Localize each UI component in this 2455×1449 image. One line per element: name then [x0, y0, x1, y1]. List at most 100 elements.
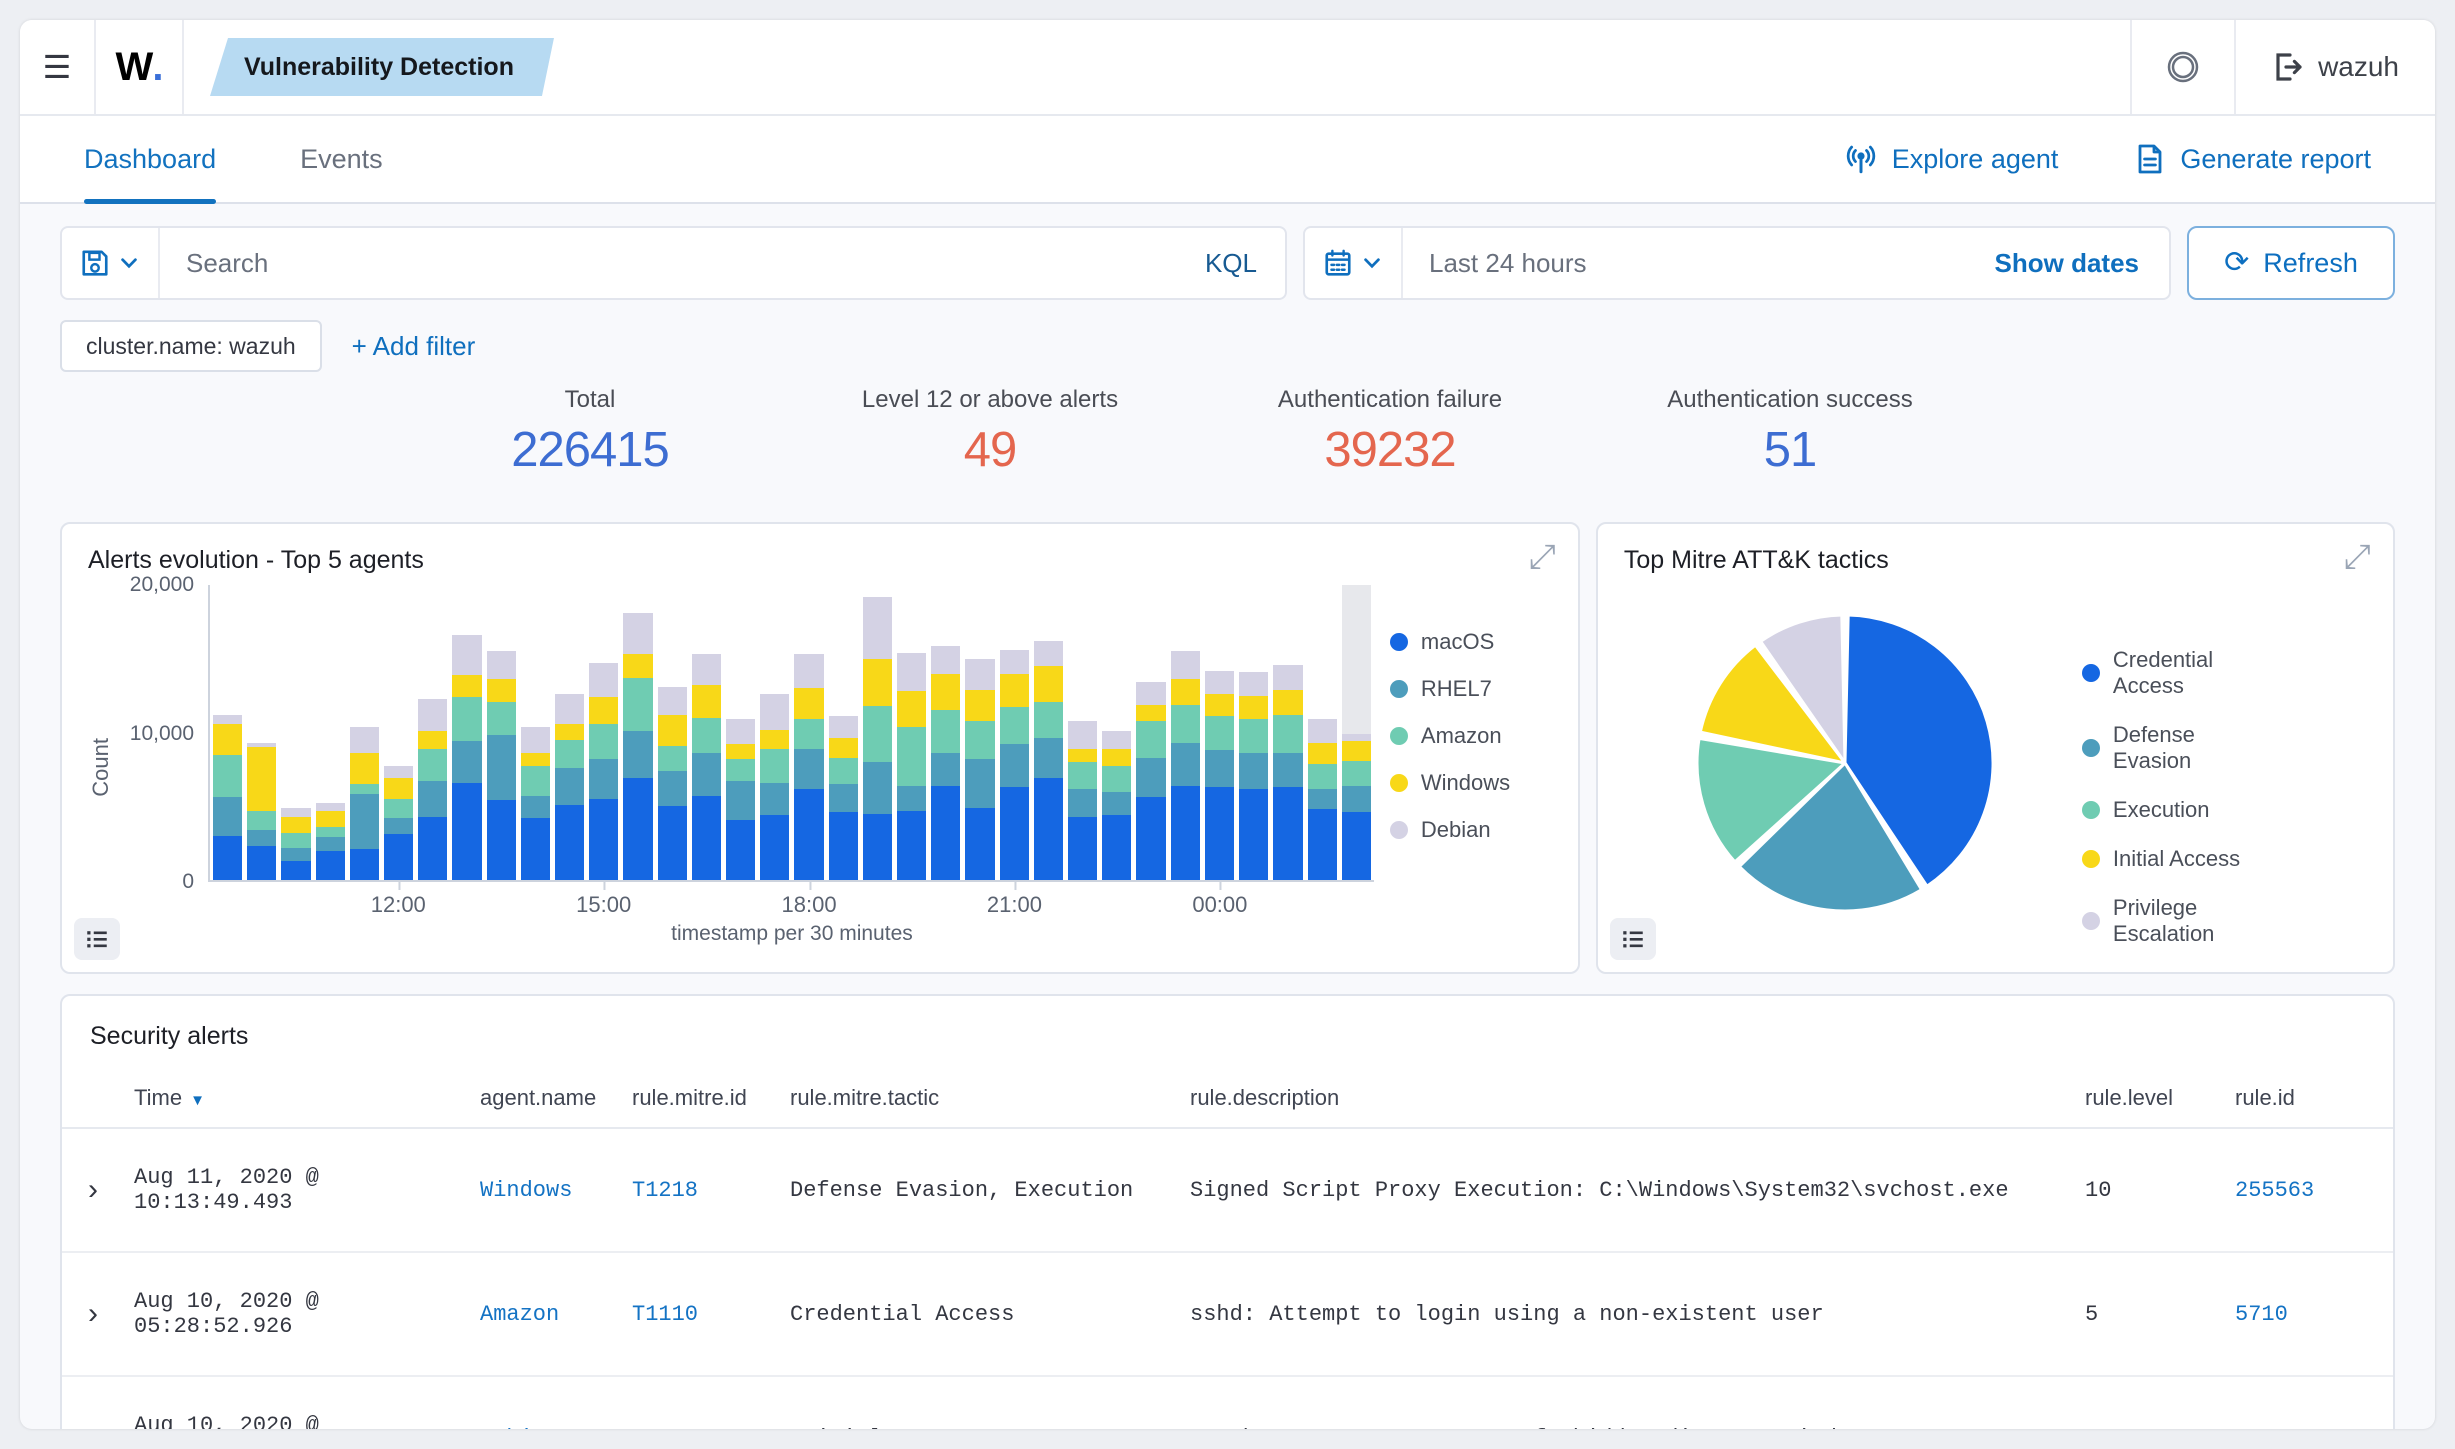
bar-00:30[interactable] — [1239, 585, 1269, 880]
bar-16:00[interactable] — [657, 585, 687, 880]
bar-21:00[interactable] — [999, 585, 1029, 880]
legend-item-windows[interactable]: Windows — [1389, 770, 1552, 796]
legend-item-initial-access[interactable]: Initial Access — [2081, 846, 2244, 872]
explore-agent-button[interactable]: Explore agent — [1844, 142, 2058, 176]
bar-10:30[interactable] — [281, 585, 311, 880]
filter-chip[interactable]: cluster.name: wazuh — [60, 320, 322, 372]
bar-10:00[interactable] — [247, 585, 277, 880]
row-expand-button[interactable]: › — [62, 1252, 122, 1377]
row-expand-button[interactable]: › — [62, 1128, 122, 1253]
bar-segment-windows — [1204, 694, 1235, 717]
bar-segment-debian — [760, 694, 790, 730]
add-filter-button[interactable]: + Add filter — [352, 331, 476, 362]
column-header-time[interactable]: Time ▼ — [122, 1073, 468, 1129]
tab-events[interactable]: Events — [300, 116, 383, 202]
bar-segment-amazon — [452, 697, 482, 742]
cell-rule-id-link[interactable]: 5710 — [2235, 1302, 2288, 1327]
expand-icon[interactable]: ⤢ — [2344, 540, 2371, 574]
cell-rule-mitre-id-link[interactable]: T1218 — [632, 1178, 698, 1203]
bar-18:30[interactable] — [828, 585, 858, 880]
stat-value[interactable]: 226415 — [390, 422, 790, 478]
bar-16:30[interactable] — [691, 585, 722, 880]
tab-dashboard[interactable]: Dashboard — [84, 116, 217, 204]
bar-02:00[interactable] — [1341, 585, 1371, 880]
module-tab[interactable]: Vulnerability Detection — [210, 38, 554, 96]
legend-item-rhel7[interactable]: RHEL7 — [1389, 676, 1552, 702]
legend-item-credential-access[interactable]: Credential Access — [2081, 647, 2244, 699]
bar-23:30[interactable] — [1170, 585, 1200, 880]
bar-13:00[interactable] — [452, 585, 482, 880]
bar-11:30[interactable] — [349, 585, 380, 880]
cell-rule-id-link[interactable]: 255563 — [2235, 1178, 2314, 1203]
cell-rule-mitre-id-link[interactable]: T1110 — [632, 1302, 698, 1327]
bar-17:00[interactable] — [726, 585, 756, 880]
app-status-button[interactable] — [2130, 20, 2234, 114]
cell-agent-name-link[interactable]: Amazon — [480, 1302, 559, 1327]
generate-report-button[interactable]: Generate report — [2134, 143, 2371, 175]
bar-segment-rhel7 — [418, 781, 448, 817]
add-filter-label: + Add filter — [351, 330, 476, 361]
cell-agent-name-link[interactable]: Windows — [480, 1178, 572, 1203]
bar-22:00[interactable] — [1068, 585, 1098, 880]
legend-toggle-button[interactable] — [74, 918, 120, 960]
bar-01:00[interactable] — [1273, 585, 1303, 880]
bar-19:30[interactable] — [897, 585, 927, 880]
show-dates-button[interactable]: Show dates — [1995, 248, 2169, 279]
saved-queries-button[interactable] — [62, 228, 160, 298]
bar-15:30[interactable] — [623, 585, 653, 880]
legend-item-defense-evasion[interactable]: Defense Evasion — [2081, 722, 2244, 774]
column-header-rule-description[interactable]: rule.description — [1178, 1073, 2073, 1129]
column-header-rule-id[interactable]: rule.id — [2223, 1073, 2393, 1129]
search-input[interactable] — [160, 247, 1177, 279]
bar-11:00[interactable] — [315, 585, 345, 880]
bar-00:00[interactable] — [1204, 585, 1235, 880]
legend-item-macos[interactable]: macOS — [1389, 629, 1552, 655]
column-header-agent-name[interactable]: agent.name — [468, 1073, 620, 1129]
stat-value[interactable]: 39232 — [1190, 422, 1590, 478]
bar-23:00[interactable] — [1136, 585, 1166, 880]
tabs-bar: Dashboard Events Explore agent Generate … — [20, 116, 2435, 204]
bar-20:30[interactable] — [965, 585, 995, 880]
bar-22:30[interactable] — [1102, 585, 1132, 880]
stat-value[interactable]: 49 — [790, 422, 1190, 478]
bar-segment-windows — [589, 697, 619, 724]
legend-item-debian[interactable]: Debian — [1389, 817, 1552, 843]
legend-item-execution[interactable]: Execution — [2081, 797, 2244, 823]
cell-rule-mitre-id-link[interactable]: T1190 — [632, 1426, 698, 1430]
column-header-rule-mitre-id[interactable]: rule.mitre.id — [620, 1073, 778, 1129]
bar-12:00[interactable] — [384, 585, 414, 880]
bar-segment-rhel7 — [1341, 785, 1371, 813]
bar-14:00[interactable] — [520, 585, 551, 880]
time-range-value[interactable]: Last 24 hours — [1403, 248, 1995, 279]
bar-09:30[interactable] — [213, 585, 243, 880]
menu-button[interactable]: ☰ — [20, 20, 96, 114]
bar-19:00[interactable] — [862, 585, 893, 880]
bar-18:00[interactable] — [794, 585, 824, 880]
bar-17:30[interactable] — [760, 585, 790, 880]
quick-select-button[interactable] — [1305, 228, 1403, 298]
refresh-button[interactable]: ⟳ Refresh — [2187, 226, 2395, 300]
bar-01:30[interactable] — [1307, 585, 1337, 880]
legend-item-amazon[interactable]: Amazon — [1389, 723, 1552, 749]
stat-value[interactable]: 51 — [1590, 422, 1990, 478]
bar-15:00[interactable] — [589, 585, 619, 880]
bar-14:30[interactable] — [555, 585, 585, 880]
legend-toggle-button[interactable] — [1609, 918, 1656, 960]
chevron-down-icon — [1364, 258, 1380, 269]
bar-13:30[interactable] — [486, 585, 516, 880]
logout-button[interactable]: wazuh — [2234, 20, 2435, 114]
bar-20:00[interactable] — [931, 585, 961, 880]
expand-icon[interactable]: ⤢ — [1529, 540, 1556, 574]
cell-agent-name-link[interactable]: Debian — [480, 1426, 559, 1430]
column-header-rule-level[interactable]: rule.level — [2073, 1073, 2223, 1129]
bar-12:30[interactable] — [418, 585, 448, 880]
bar-21:30[interactable] — [1033, 585, 1064, 880]
bar-segment-debian — [589, 663, 619, 698]
legend-item-privilege-escalation[interactable]: Privilege Escalation — [2081, 895, 2244, 947]
bar-segment-macos — [794, 788, 824, 880]
cell-rule-id-link[interactable]: 30306 — [2235, 1426, 2301, 1430]
kql-selector[interactable]: KQL — [1177, 228, 1285, 298]
column-header-rule-mitre-tactic[interactable]: rule.mitre.tactic — [778, 1073, 1178, 1129]
wazuh-logo[interactable]: W. — [96, 20, 184, 114]
row-expand-button[interactable]: › — [62, 1376, 122, 1429]
